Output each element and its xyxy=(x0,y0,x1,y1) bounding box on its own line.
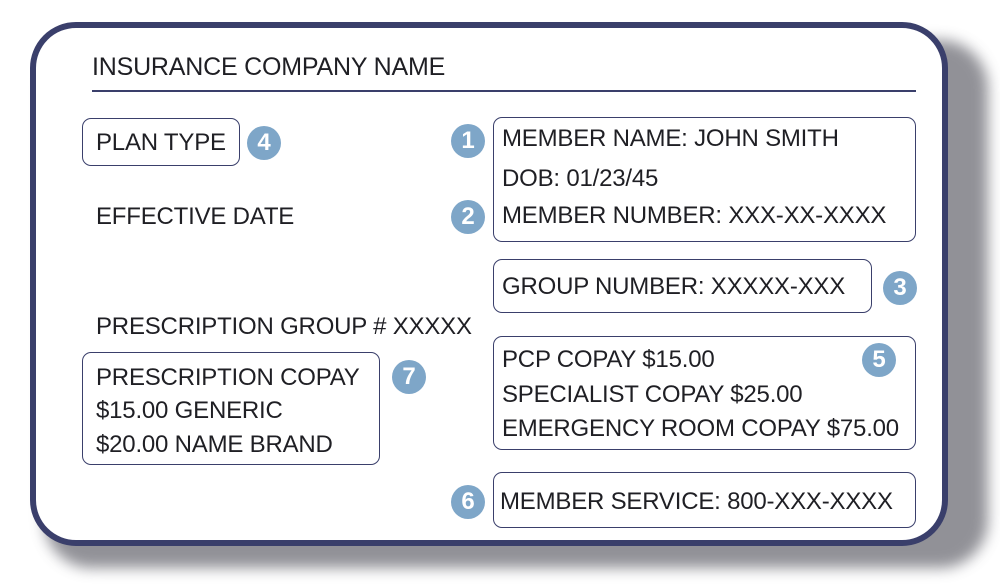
callout-badge-2: 2 xyxy=(451,200,485,234)
member-service-phone: MEMBER SERVICE: 800-XXX-XXXX xyxy=(500,488,893,515)
prescription-copay-name-brand: $20.00 NAME BRAND xyxy=(96,431,333,458)
header-divider xyxy=(92,90,916,92)
pcp-copay: PCP COPAY $15.00 xyxy=(502,346,715,373)
callout-badge-5: 5 xyxy=(862,343,896,377)
prescription-copay-generic: $15.00 GENERIC xyxy=(96,397,283,424)
prescription-copay-title: PRESCRIPTION COPAY xyxy=(96,364,360,391)
member-dob: DOB: 01/23/45 xyxy=(502,165,659,192)
callout-badge-3: 3 xyxy=(883,271,917,305)
member-number: MEMBER NUMBER: XXX-XX-XXXX xyxy=(502,202,887,229)
group-number: GROUP NUMBER: XXXXX-XXX xyxy=(502,273,846,300)
emergency-room-copay: EMERGENCY ROOM COPAY $75.00 xyxy=(502,415,899,442)
company-name: INSURANCE COMPANY NAME xyxy=(92,53,446,81)
effective-date-label: EFFECTIVE DATE xyxy=(96,203,295,230)
callout-badge-4: 4 xyxy=(247,126,281,160)
callout-badge-7: 7 xyxy=(392,360,426,394)
prescription-group: PRESCRIPTION GROUP # XXXXX xyxy=(96,313,472,340)
callout-badge-1: 1 xyxy=(451,124,485,158)
callout-badge-6: 6 xyxy=(451,485,485,519)
plan-type-label: PLAN TYPE xyxy=(96,129,226,156)
member-name: MEMBER NAME: JOHN SMITH xyxy=(502,125,839,152)
specialist-copay: SPECIALIST COPAY $25.00 xyxy=(502,381,803,408)
